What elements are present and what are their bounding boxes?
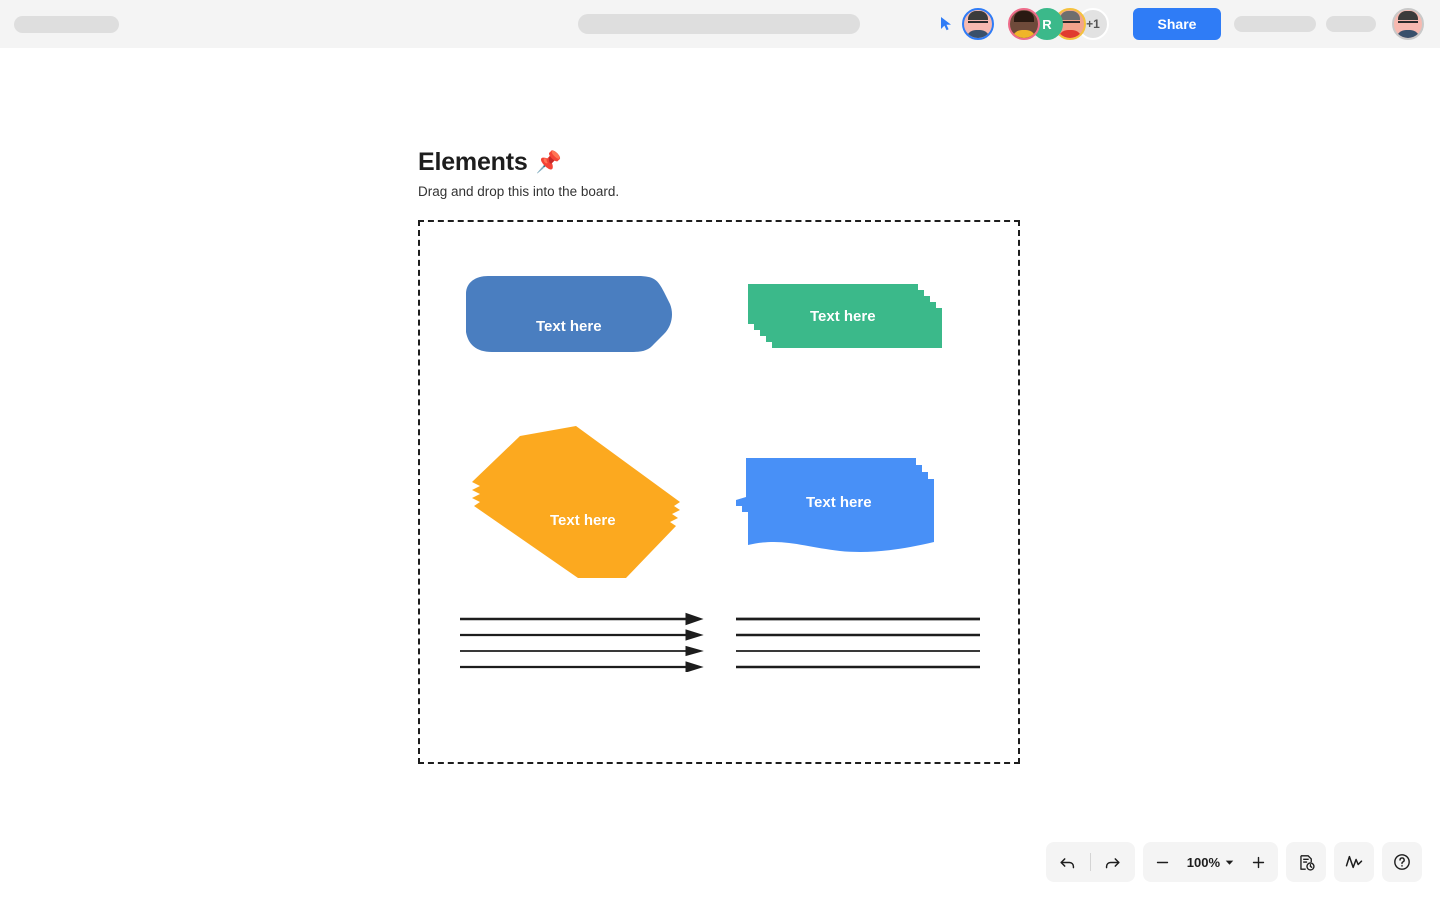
collaborator-avatars: R +1 (962, 7, 1109, 41)
undo-button[interactable] (1046, 842, 1090, 882)
zoom-level-dropdown[interactable]: 100% (1183, 855, 1238, 870)
board-canvas[interactable]: Elements 📌 Drag and drop this into the b… (0, 48, 1440, 900)
plain-lines-group[interactable] (734, 612, 982, 672)
miro-board-app: R +1 Share Elements 📌 Drag and drop this… (0, 0, 1440, 900)
avatar-face (1394, 10, 1422, 38)
pushpin-icon: 📌 (535, 150, 562, 174)
zoom-level-value: 100% (1186, 854, 1220, 870)
board-title-placeholder[interactable] (578, 14, 860, 34)
avatar-face (964, 10, 992, 38)
green-stepped-shape[interactable]: Text here (730, 270, 950, 354)
help-group (1382, 842, 1422, 882)
me-avatar[interactable] (962, 8, 994, 40)
activity-group (1334, 842, 1374, 882)
board-menu-placeholder[interactable] (14, 16, 119, 33)
topbar-placeholder-2[interactable] (1326, 16, 1376, 32)
arrow-lines-group[interactable] (458, 612, 706, 672)
top-bar: R +1 Share (0, 0, 1440, 48)
bottom-toolbar: 100% (1045, 842, 1422, 882)
page-title: Elements 📌 (418, 148, 619, 177)
collaborator-1-avatar[interactable] (1008, 8, 1040, 40)
zoom-in-button[interactable] (1238, 842, 1278, 882)
avatar-initial: R (1042, 16, 1052, 32)
orange-diamond-shape[interactable]: Text here (458, 422, 688, 582)
chevron-down-icon (1225, 858, 1234, 867)
shape-label: Text here (810, 308, 876, 325)
zoom-controls-group: 100% (1142, 842, 1278, 882)
cursor-pointer-icon[interactable] (938, 15, 956, 33)
history-group (1286, 842, 1326, 882)
frame-title-text: Elements (418, 148, 528, 176)
frame-subtitle: Drag and drop this into the board. (418, 184, 620, 199)
blue-blob-shape[interactable]: Text here (458, 272, 674, 356)
account-avatar[interactable] (1392, 8, 1424, 40)
elements-frame[interactable]: Text here Text here Text here Text here (418, 220, 1020, 764)
undo-redo-group (1045, 842, 1135, 882)
zoom-out-button[interactable] (1143, 842, 1183, 882)
frame-heading-group: Elements 📌 Drag and drop this into the b… (418, 148, 619, 199)
avatar-face (1010, 10, 1038, 38)
activity-button[interactable] (1334, 842, 1374, 882)
blue-wave-shape[interactable]: Text here (730, 450, 950, 560)
shape-label: Text here (536, 318, 602, 335)
topbar-placeholder-1[interactable] (1234, 16, 1316, 32)
history-button[interactable] (1286, 842, 1326, 882)
shape-label: Text here (806, 494, 872, 511)
share-button[interactable]: Share (1133, 8, 1221, 40)
help-button[interactable] (1382, 842, 1422, 882)
redo-button[interactable] (1091, 842, 1135, 882)
shape-label: Text here (550, 512, 616, 529)
